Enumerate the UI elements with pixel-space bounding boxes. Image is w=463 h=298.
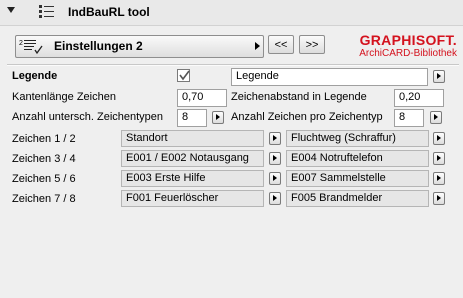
anzahl-pro-field[interactable]: 8 xyxy=(394,109,424,127)
zeichen-popup-button-right[interactable] xyxy=(433,172,445,185)
zeichen-select-left[interactable]: E003 Erste Hilfe xyxy=(121,170,264,187)
abstand-field[interactable]: 0,20 xyxy=(394,89,444,107)
zeichen-row-label: Zeichen 5 / 6 xyxy=(12,173,76,185)
zeichen-popup-button-right[interactable] xyxy=(433,192,445,205)
zeichen-select-right[interactable]: F005 Brandmelder xyxy=(286,190,429,207)
zeichen-row-label: Zeichen 7 / 8 xyxy=(12,193,76,205)
zeichen-row-label: Zeichen 3 / 4 xyxy=(12,153,76,165)
zeichen-row-label: Zeichen 1 / 2 xyxy=(12,133,76,145)
checkmark-icon xyxy=(179,70,190,81)
zeichen-popup-button-left[interactable] xyxy=(269,152,281,165)
zeichen-popup-button-right[interactable] xyxy=(433,152,445,165)
graphisoft-logo: GRAPHISOFT. ArchiCARD-Bibliothek xyxy=(337,32,459,62)
next-preset-button[interactable]: >> xyxy=(299,35,325,54)
legende-label: Legende xyxy=(12,70,58,82)
abstand-label: Zeichenabstand in Legende xyxy=(231,91,367,103)
anzahl-pro-popup-button[interactable] xyxy=(430,111,442,124)
preset-dropdown-arrow-icon xyxy=(255,42,260,50)
zeichen-popup-button-left[interactable] xyxy=(269,172,281,185)
preset-label: Einstellungen 2 xyxy=(54,39,143,53)
zeichen-select-right[interactable]: E004 Notruftelefon xyxy=(286,150,429,167)
legende-text-field[interactable]: Legende xyxy=(231,68,428,86)
anzahl-pro-label: Anzahl Zeichen pro Zeichentyp xyxy=(231,111,383,123)
svg-text:2: 2 xyxy=(19,40,23,47)
previous-preset-button[interactable]: << xyxy=(268,35,294,54)
brand-subtitle: ArchiCARD-Bibliothek xyxy=(359,48,457,59)
anzahl-typen-field[interactable]: 8 xyxy=(177,109,207,127)
kantenlaenge-label: Kantenlänge Zeichen xyxy=(12,91,116,103)
panel-title: IndBauRL tool xyxy=(68,5,150,19)
anzahl-typen-label: Anzahl untersch. Zeichentypen xyxy=(12,111,164,123)
divider xyxy=(7,64,459,66)
legende-popup-button[interactable] xyxy=(433,70,445,83)
zeichen-popup-button-left[interactable] xyxy=(269,132,281,145)
brand-name: GRAPHISOFT. xyxy=(359,32,457,48)
zeichen-select-right[interactable]: Fluchtweg (Schraffur) xyxy=(286,130,429,147)
zeichen-select-left[interactable]: Standort xyxy=(121,130,264,147)
preset-selector[interactable]: 2 Einstellungen 2 xyxy=(15,35,264,58)
zeichen-select-left[interactable]: F001 Feuerlöscher xyxy=(121,190,264,207)
legende-checkbox[interactable] xyxy=(177,69,190,82)
collapse-triangle-icon[interactable] xyxy=(7,7,15,13)
zeichen-select-left[interactable]: E001 / E002 Notausgang xyxy=(121,150,264,167)
kantenlaenge-field[interactable]: 0,70 xyxy=(177,89,227,107)
settings-list-icon: 2 xyxy=(19,38,47,55)
zeichen-popup-button-right[interactable] xyxy=(433,132,445,145)
anzahl-typen-popup-button[interactable] xyxy=(212,111,224,124)
zeichen-select-right[interactable]: E007 Sammelstelle xyxy=(286,170,429,187)
grid-list-icon xyxy=(38,3,58,21)
zeichen-popup-button-left[interactable] xyxy=(269,192,281,205)
